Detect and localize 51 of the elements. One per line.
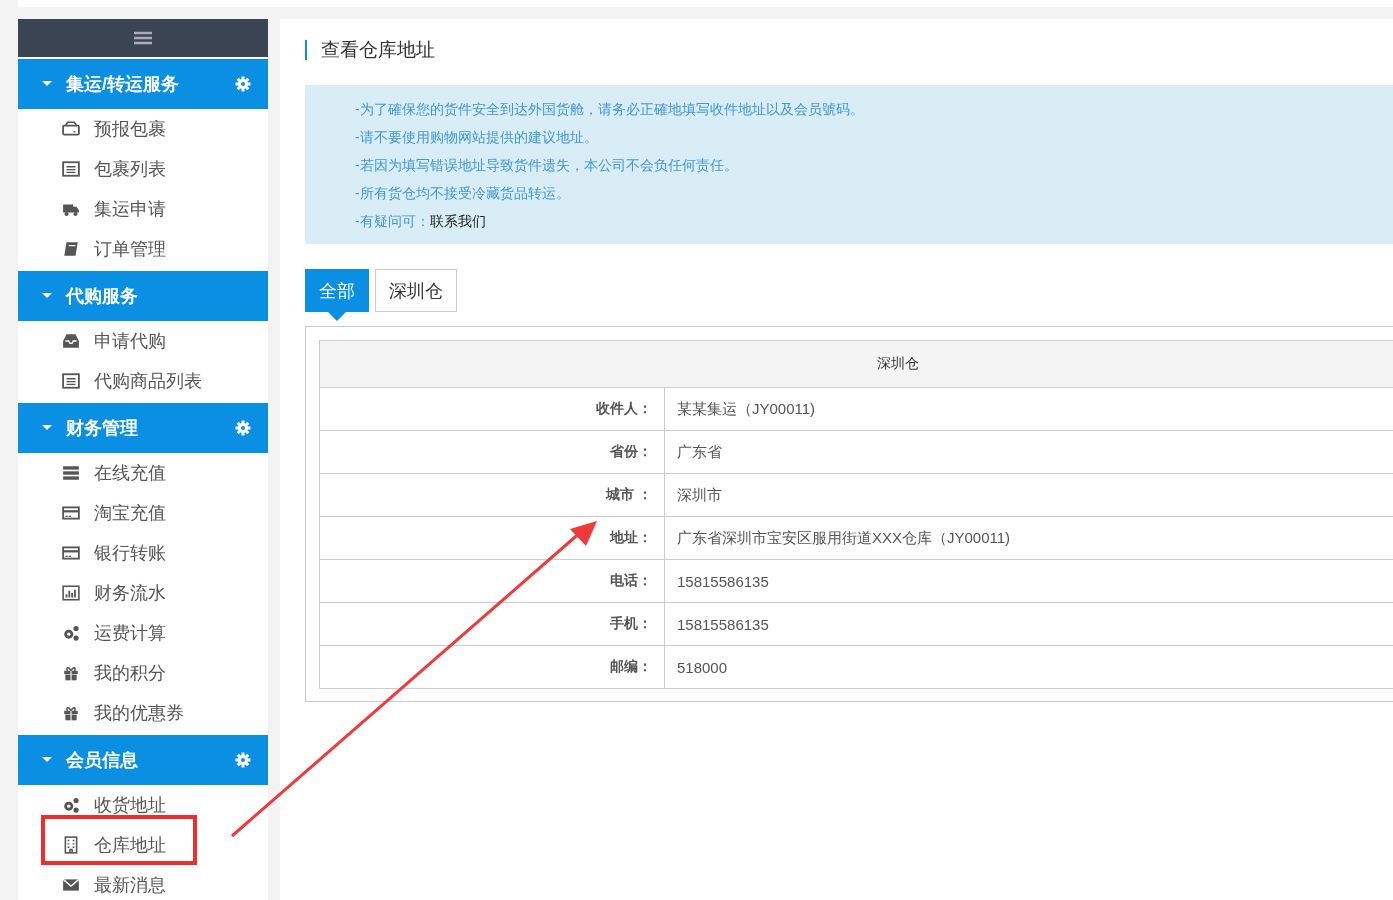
- sidebar-item-icon: [62, 664, 80, 682]
- sidebar-item-icon: [62, 240, 80, 258]
- sidebar-item-icon: [62, 544, 80, 562]
- sidebar-item-icon: [62, 796, 80, 814]
- sidebar-item[interactable]: 集运申请: [18, 189, 268, 229]
- sidebar-item-icon: [62, 120, 80, 138]
- sidebar-item[interactable]: 银行转账: [18, 533, 268, 573]
- notice-text: -所有货仓均不接受冷藏货品转运。: [355, 184, 571, 203]
- settings-icon[interactable]: [235, 420, 251, 436]
- notice-text: -请不要使用购物网站提供的建议地址。: [355, 128, 599, 147]
- menu-icon[interactable]: [134, 31, 152, 45]
- sidebar-item-icon: [62, 584, 80, 602]
- field-label: 收件人：: [319, 387, 665, 431]
- sidebar-item[interactable]: 包裹列表: [18, 149, 268, 189]
- settings-icon[interactable]: [235, 76, 251, 92]
- notice-text: -为了確保您的货件安全到达外国货舱，请务必正確地填写收件地址以及会员號码。: [355, 100, 865, 119]
- settings-icon[interactable]: [235, 752, 251, 768]
- sidebar-item[interactable]: 代购商品列表: [18, 361, 268, 401]
- sidebar-item-icon: [62, 160, 80, 178]
- sidebar-item-icon: [62, 624, 80, 642]
- notice-text: -有疑问可：: [355, 213, 430, 229]
- sidebar-item[interactable]: 收货地址: [18, 785, 268, 825]
- sidebar-item-icon: [62, 464, 80, 482]
- sidebar-item-icon: [62, 332, 80, 350]
- sidebar-item-icon: [62, 876, 80, 894]
- table-header: 深圳仓: [319, 340, 1393, 388]
- sidebar-item[interactable]: 运费计算: [18, 613, 268, 653]
- field-label: 手机：: [319, 602, 665, 646]
- field-label: 邮编：: [319, 645, 665, 689]
- sidebar-item[interactable]: 最新消息: [18, 865, 268, 900]
- contact-link[interactable]: 联系我们: [429, 213, 486, 229]
- sidebar-item-icon: [62, 372, 80, 390]
- sidebar-item[interactable]: 订单管理: [18, 229, 268, 269]
- sidebar-item[interactable]: 预报包裹: [18, 109, 268, 149]
- sidebar-item[interactable]: 财务流水: [18, 573, 268, 613]
- sidebar-item[interactable]: 淘宝充值: [18, 493, 268, 533]
- field-label: 省份：: [319, 430, 665, 474]
- sidebar-item[interactable]: 我的积分: [18, 653, 268, 693]
- field-label: 城市 ：: [319, 473, 665, 517]
- tab-pointer-icon: [328, 312, 346, 321]
- sidebar-item[interactable]: 在线充值: [18, 453, 268, 493]
- page-title: 查看仓库地址: [305, 40, 1393, 60]
- notice-text: -若因为填写错误地址导致货件遗失，本公司不会负任何责任。: [355, 156, 739, 175]
- sidebar-item[interactable]: 我的优惠券: [18, 693, 268, 733]
- sidebar-item-icon: [62, 836, 80, 854]
- sidebar-item-icon: [62, 504, 80, 522]
- sidebar-item[interactable]: 仓库地址: [18, 825, 268, 865]
- field-label: 电话：: [319, 559, 665, 603]
- tab[interactable]: 深圳仓: [375, 269, 457, 312]
- sidebar-item-icon: [62, 704, 80, 722]
- sidebar-item[interactable]: 申请代购: [18, 321, 268, 361]
